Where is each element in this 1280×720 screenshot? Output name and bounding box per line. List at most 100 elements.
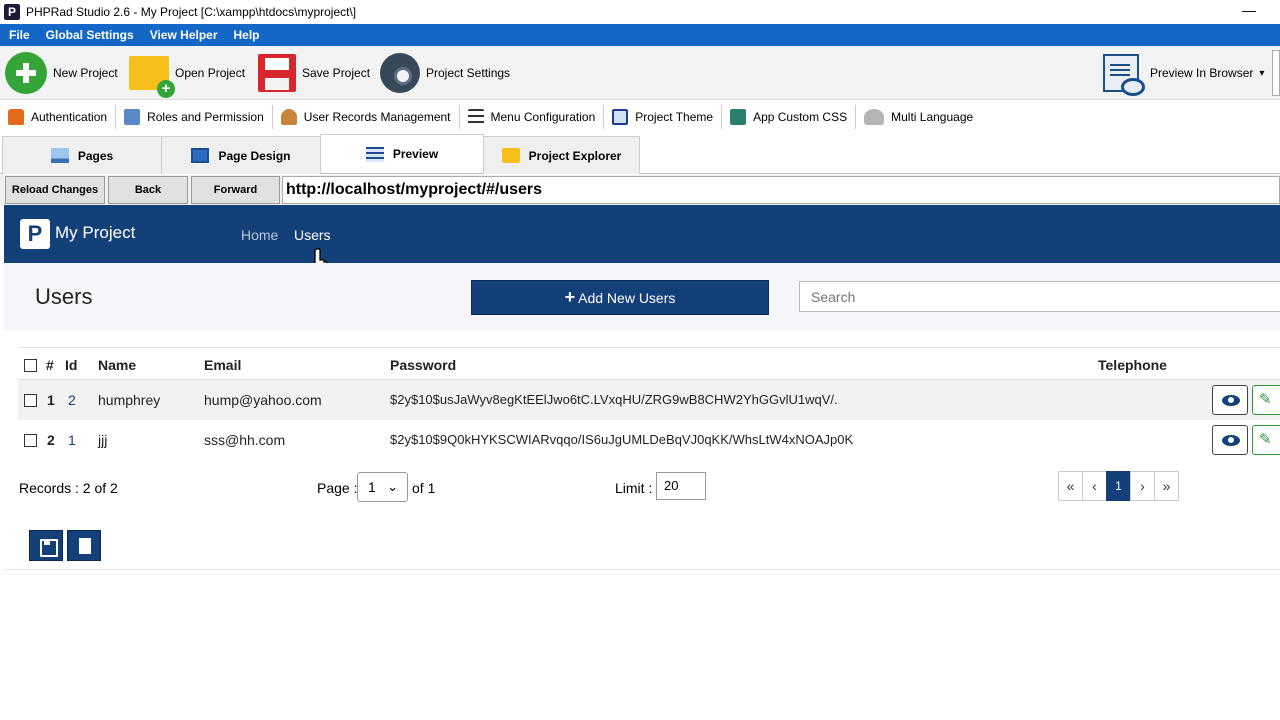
plus-icon: +	[564, 287, 576, 307]
menu-help[interactable]: Help	[227, 28, 267, 42]
nav-users[interactable]: Users	[294, 227, 331, 243]
view-record-button[interactable]	[1212, 425, 1248, 455]
prev-page-button[interactable]: ‹	[1082, 471, 1107, 501]
table-row: 2 1 jjj sss@hh.com $2y$10$9Q0kHYKSCWIARv…	[18, 420, 1280, 460]
tab-page-design-label: Page Design	[218, 148, 291, 163]
page-select[interactable]: 1 ⌄	[357, 472, 408, 502]
row-checkbox[interactable]	[24, 434, 37, 447]
records-count: Records : 2 of 2	[19, 480, 118, 496]
menu-bar: File Global Settings View Helper Help	[0, 24, 1280, 46]
lock-icon	[8, 109, 24, 125]
tab-page-design[interactable]: Page Design	[161, 136, 321, 174]
row-name: humphrey	[98, 392, 161, 408]
brand-name[interactable]: My Project	[55, 223, 135, 243]
row-id-link[interactable]: 2	[68, 392, 76, 408]
row-number: 1	[47, 392, 55, 408]
tab-project-explorer[interactable]: Project Explorer	[483, 136, 640, 174]
save-project-button[interactable]: Save Project	[258, 52, 370, 94]
project-settings-button[interactable]: Project Settings	[380, 52, 510, 94]
row-password: $2y$10$usJaWyv8egKtEElJwo6tC.LVxqHU/ZRG9…	[390, 392, 838, 407]
save-icon-button[interactable]	[29, 530, 63, 561]
preview-webview: P My Project Home Users Users + Add New …	[4, 205, 1280, 720]
preview-in-browser-label: Preview In Browser	[1150, 66, 1254, 80]
row-id-link[interactable]: 1	[68, 432, 76, 448]
next-page-button[interactable]: ›	[1130, 471, 1155, 501]
search-input[interactable]	[799, 281, 1280, 312]
forward-button[interactable]: Forward	[191, 176, 280, 204]
open-project-button[interactable]: + Open Project	[129, 52, 246, 98]
row-number: 2	[47, 432, 55, 448]
multi-language-button[interactable]: Multi Language	[856, 105, 981, 129]
minimize-button[interactable]: —	[1242, 2, 1256, 18]
title-bar: P PHPRad Studio 2.6 - My Project [C:\xam…	[0, 0, 1280, 24]
reload-changes-button[interactable]: Reload Changes	[5, 176, 105, 204]
tab-preview[interactable]: Preview	[320, 134, 484, 173]
users-group-icon	[864, 109, 885, 125]
row-email: hump@yahoo.com	[204, 392, 322, 408]
authentication-button[interactable]: Authentication	[0, 105, 117, 129]
add-new-users-button[interactable]: + Add New Users	[471, 280, 769, 315]
user-icon	[280, 109, 297, 125]
user-records-button[interactable]: User Records Management	[273, 105, 460, 129]
user-records-label: User Records Management	[303, 110, 451, 124]
divider	[4, 569, 1280, 570]
select-all-checkbox[interactable]	[24, 359, 37, 372]
project-theme-label: Project Theme	[635, 110, 714, 124]
chevron-down-icon[interactable]: ▾	[1259, 68, 1264, 79]
back-button[interactable]: Back	[108, 176, 188, 204]
tab-pages-label: Pages	[77, 148, 114, 163]
roles-permission-label: Roles and Permission	[147, 110, 264, 124]
floppy-disk-icon	[258, 54, 296, 92]
row-password: $2y$10$9Q0kHYKSCWIARvqqo/IS6uJgUMLDeBqVJ…	[390, 432, 854, 447]
document-icon-button[interactable]	[67, 530, 101, 561]
gear-icon	[380, 53, 420, 93]
project-theme-button[interactable]: Project Theme	[604, 105, 723, 129]
folder-open-icon: +	[129, 56, 175, 98]
chevron-down-icon: ⌄	[387, 479, 398, 494]
open-project-label: Open Project	[175, 66, 246, 80]
menu-configuration-button[interactable]: Menu Configuration	[460, 105, 605, 129]
edit-record-button[interactable]: ✎	[1252, 425, 1280, 455]
project-settings-label: Project Settings	[426, 66, 511, 80]
page-of-label: of 1	[412, 480, 436, 496]
new-project-button[interactable]: New Project	[5, 52, 118, 94]
row-checkbox[interactable]	[24, 394, 37, 407]
last-page-button[interactable]: »	[1154, 471, 1179, 501]
brand-logo[interactable]: P	[20, 219, 50, 249]
roles-permission-button[interactable]: Roles and Permission	[116, 105, 273, 129]
current-page-button[interactable]: 1	[1106, 471, 1131, 501]
row-email: sss@hh.com	[204, 432, 286, 448]
header-id[interactable]: Id	[65, 357, 77, 373]
menu-view-helper[interactable]: View Helper	[143, 28, 225, 42]
add-new-users-label: Add New Users	[578, 289, 676, 306]
layout-icon	[191, 148, 210, 163]
header-name[interactable]: Name	[98, 357, 136, 373]
eye-icon	[1222, 435, 1240, 446]
secondary-toolbar: Authentication Roles and Permission User…	[0, 101, 1280, 133]
menu-global-settings[interactable]: Global Settings	[39, 28, 141, 42]
header-telephone[interactable]: Telephone	[1098, 357, 1167, 373]
view-record-button[interactable]	[1212, 385, 1248, 415]
header-password[interactable]: Password	[390, 357, 456, 373]
menu-file[interactable]: File	[2, 28, 37, 42]
table-header: # Id Name Email Password Telephone	[18, 347, 1280, 380]
first-page-button[interactable]: «	[1058, 471, 1083, 501]
nav-home[interactable]: Home	[241, 227, 278, 243]
save-project-label: Save Project	[302, 66, 371, 80]
toolbar-scrollbar[interactable]	[1272, 50, 1280, 96]
folder-icon	[501, 148, 520, 163]
preview-in-browser-button[interactable]: Preview In Browser ▾	[1103, 52, 1264, 96]
edit-record-button[interactable]: ✎	[1252, 385, 1280, 415]
site-header: P My Project Home Users	[4, 205, 1280, 277]
url-input[interactable]: http://localhost/myproject/#/users	[282, 176, 1280, 204]
hierarchy-icon	[124, 109, 141, 125]
menu-configuration-label: Menu Configuration	[490, 110, 596, 124]
app-custom-css-label: App Custom CSS	[753, 110, 848, 124]
header-email[interactable]: Email	[204, 357, 241, 373]
tab-pages[interactable]: Pages	[2, 136, 162, 174]
limit-input[interactable]: 20	[656, 472, 706, 500]
pagination: « ‹ 1 › »	[1058, 471, 1179, 501]
css-file-icon	[730, 109, 747, 125]
pages-icon	[50, 148, 69, 163]
app-custom-css-button[interactable]: App Custom CSS	[722, 105, 857, 129]
